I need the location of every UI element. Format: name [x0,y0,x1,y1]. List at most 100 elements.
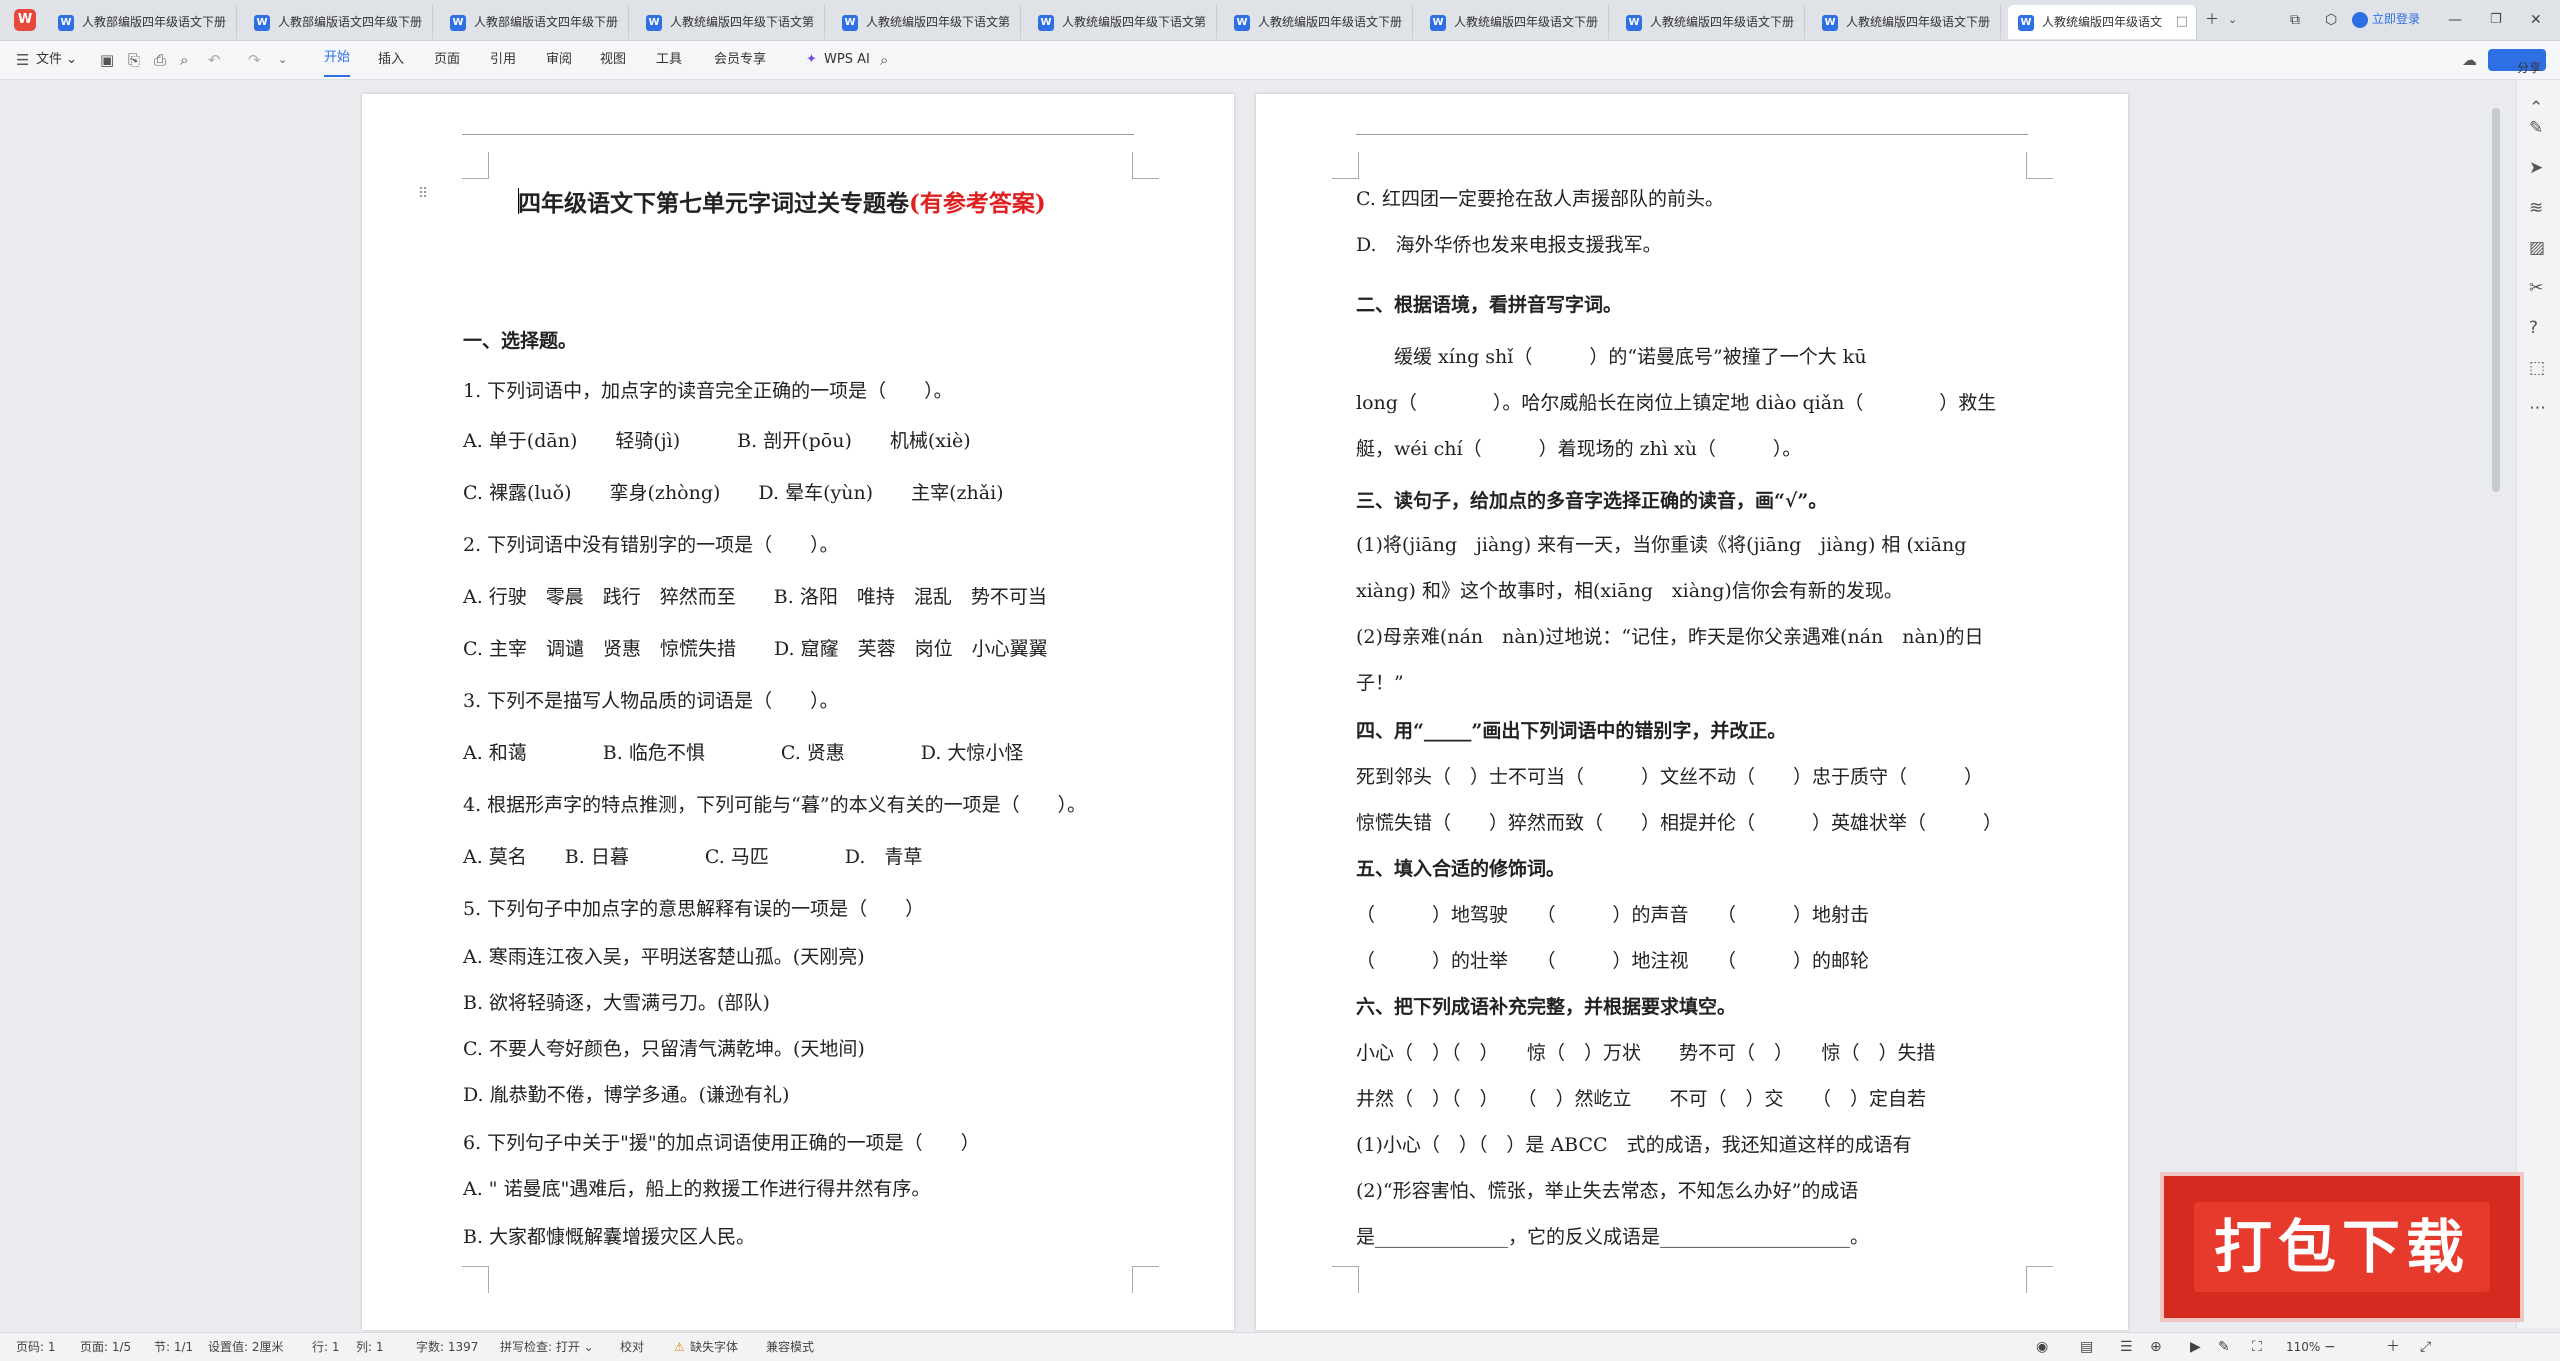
question-line: 1. 下列词语中，加点字的读音完全正确的一项是（ ）。 [463,380,953,402]
select-cursor-icon[interactable]: ➤ [2529,158,2543,178]
question-line: D. 胤恭勤不倦，博学多通。(谦逊有礼) [463,1084,790,1106]
document-tab[interactable]: W 人教统编版四年级下语文第 [1028,5,1217,39]
title-answer-note: (有参考答案) [909,190,1046,217]
tab-list-chevron-icon[interactable]: ⌄ [2228,0,2237,40]
missing-font-button[interactable]: 缺失字体 [690,1333,738,1361]
window-mode-icon[interactable]: ⧉ [2290,0,2300,40]
document-tab-label: 人教统编版四年级下语文第 [670,15,815,29]
page-view-icon[interactable]: ▤ [2080,1333,2093,1361]
login-link[interactable]: 立即登录 [2352,10,2420,28]
tab-bar: W W 人教部编版四年级语文下册 W 人教部编版语文四年级下册 W 人教部编版语文四年级下… [0,0,2560,41]
paragraph-drag-handle-icon[interactable]: ⠿ [418,186,428,202]
missing-font-warning-icon: ⚠ [674,1340,685,1354]
section-heading: 三、读句子，给加点的多音字选择正确的读音，画“√”。 [1356,490,1828,512]
document-tab[interactable]: W 人教部编版语文四年级下册 [440,5,629,39]
fullscreen-icon[interactable]: ⤢ [2420,1333,2431,1361]
plugin-icon[interactable]: ⬚ [2529,358,2545,378]
document-tab[interactable]: W 人教部编版语文四年级下册 [244,5,433,39]
question-line: 艇，wéi chí（ ）着现场的 zhì xù（ ）。 [1356,438,1802,460]
hexagon-icon[interactable]: ⬡ [2325,0,2337,40]
quick-access-chevron-icon[interactable]: ⌄ [278,41,287,79]
help-icon[interactable]: ? [2529,318,2538,338]
document-tab[interactable]: W 人教部编版四年级语文下册 [48,5,237,39]
question-line: (1)小心（ ）（ ）是 ABCC 式的成语，我还知道这样的成语有 [1356,1134,1912,1156]
question-line: 缓缓 xíng shǐ（ ）的“诺曼底号”被撞了一个大 kū [1356,346,1867,368]
question-line: (2)母亲难(nán nàn)过地说：“记住，昨天是你父亲遇难(nán nàn)… [1356,626,1984,648]
margin-corner-mark [2026,152,2053,179]
annotate-icon[interactable]: ✎ [2218,1333,2230,1361]
undo-icon[interactable]: ↶ [208,41,221,79]
status-page-number[interactable]: 页码: 1 [16,1333,56,1361]
document-tab[interactable]: W 人教统编版四年级语文下册 [1420,5,1609,39]
spell-check-label: 拼写检查: 打开 [500,1340,580,1354]
download-promo-banner[interactable]: 打包下载 [2160,1172,2524,1322]
export-pdf-icon[interactable]: ⎘ [128,41,140,79]
eye-protect-icon[interactable]: ◉ [2036,1333,2048,1361]
document-title: 四年级语文下第七单元字词过关专题卷(有参考答案) [518,184,1046,218]
search-icon[interactable]: ⌕ [880,41,888,79]
menu-tab[interactable]: 审阅 [546,41,572,79]
margin-corner-mark [1332,152,1359,179]
file-menu-label: 文件 [36,52,63,67]
question-line: C. 不要人夸好颜色，只留清气满乾坤。(天地间) [463,1038,865,1060]
edit-pen-icon[interactable]: ✎ [2529,118,2543,138]
wps-logo-icon[interactable]: W [14,9,36,31]
more-icon[interactable]: ⋯ [2529,398,2546,418]
preview-icon[interactable]: ⌕ [180,41,188,79]
collapse-up-icon[interactable]: ⌃ [2529,98,2543,118]
status-section[interactable]: 节: 1/1 [154,1333,193,1361]
close-window-button[interactable]: ✕ [2530,0,2542,40]
wps-ai-button[interactable]: WPS AI [824,41,870,79]
question-line: (1)将(jiāng jiàng) 来有一天，当你重读《将(jiāng jiàn… [1356,534,1967,556]
new-tab-button[interactable]: ＋ [2205,0,2219,40]
menu-tab[interactable]: 开始 [324,41,351,77]
document-tab[interactable]: W 人教统编版四年级语文下册 [1616,5,1805,39]
print-icon[interactable]: ⎙ [154,41,166,79]
redo-icon[interactable]: ↷ [248,41,261,79]
style-settings-icon[interactable]: ≋ [2529,198,2543,218]
menu-tab[interactable]: 引用 [490,41,516,79]
status-pages[interactable]: 页面: 1/5 [80,1333,131,1361]
margin-corner-mark [1132,152,1159,179]
vertical-scrollbar[interactable] [2492,108,2500,492]
zoom-in-icon[interactable]: ＋ [2386,1333,2400,1361]
save-icon[interactable]: ▣ [100,41,114,79]
zoom-out-icon[interactable]: − [2324,1333,2336,1361]
status-word-count[interactable]: 字数: 1397 [416,1333,478,1361]
spell-check-toggle[interactable]: 拼写检查: 打开 ⌄ [500,1333,594,1361]
menu-tab[interactable]: 插入 [378,41,404,79]
tools-icon[interactable]: ✂ [2529,278,2543,298]
document-tab[interactable]: W 人教统编版四年级下语文第 [832,5,1021,39]
menu-tab[interactable]: 视图 [600,41,626,79]
document-tab[interactable]: W 人教统编版四年级语文 □ [2008,5,2197,39]
image-icon[interactable]: ▨ [2529,238,2545,258]
zoom-level[interactable]: 110% [2286,1333,2320,1361]
cloud-sync-icon[interactable]: ☁ [2462,41,2477,79]
reading-mode-icon[interactable]: ▶ [2190,1333,2201,1361]
outline-view-icon[interactable]: ☰ [2120,1333,2133,1361]
menu-tab[interactable]: 会员专享 [714,41,766,79]
proofread-button[interactable]: 校对 [620,1333,644,1361]
question-line: A. 莫名 B. 日暮 C. 马匹 D. 青草 [463,846,923,868]
document-tab[interactable]: W 人教统编版四年级语文下册 [1812,5,2001,39]
restore-button[interactable]: ❐ [2490,0,2502,40]
web-view-icon[interactable]: ⊕ [2150,1333,2162,1361]
share-button[interactable]: 分享 [2488,49,2546,75]
menu-tab[interactable]: 页面 [434,41,460,79]
minimize-button[interactable]: — [2448,0,2462,40]
fit-width-icon[interactable]: ⛶ [2252,1333,2262,1361]
status-setting-value[interactable]: 设置值: 2厘米 [208,1333,284,1361]
document-tab-label: 人教统编版四年级语文下册 [1650,15,1795,29]
menu-tab[interactable]: 工具 [656,41,682,79]
hamburger-icon[interactable]: ☰ [16,41,29,79]
word-doc-icon: W [254,14,270,31]
document-tab[interactable]: W 人教统编版四年级下语文第 [636,5,825,39]
promo-label: 打包下载 [2194,1202,2490,1292]
word-doc-icon: W [842,14,858,31]
question-line: long（ ）。哈尔威船长在岗位上镇定地 diào qiǎn（ ）救生 [1356,392,1997,414]
document-tab[interactable]: W 人教统编版四年级语文下册 [1224,5,1413,39]
word-doc-icon: W [1626,14,1642,31]
close-tab-icon[interactable]: □ [2176,5,2188,39]
file-menu[interactable]: 文件 ⌄ [36,41,77,79]
document-tab-label: 人教统编版四年级语文 [2042,15,2163,29]
